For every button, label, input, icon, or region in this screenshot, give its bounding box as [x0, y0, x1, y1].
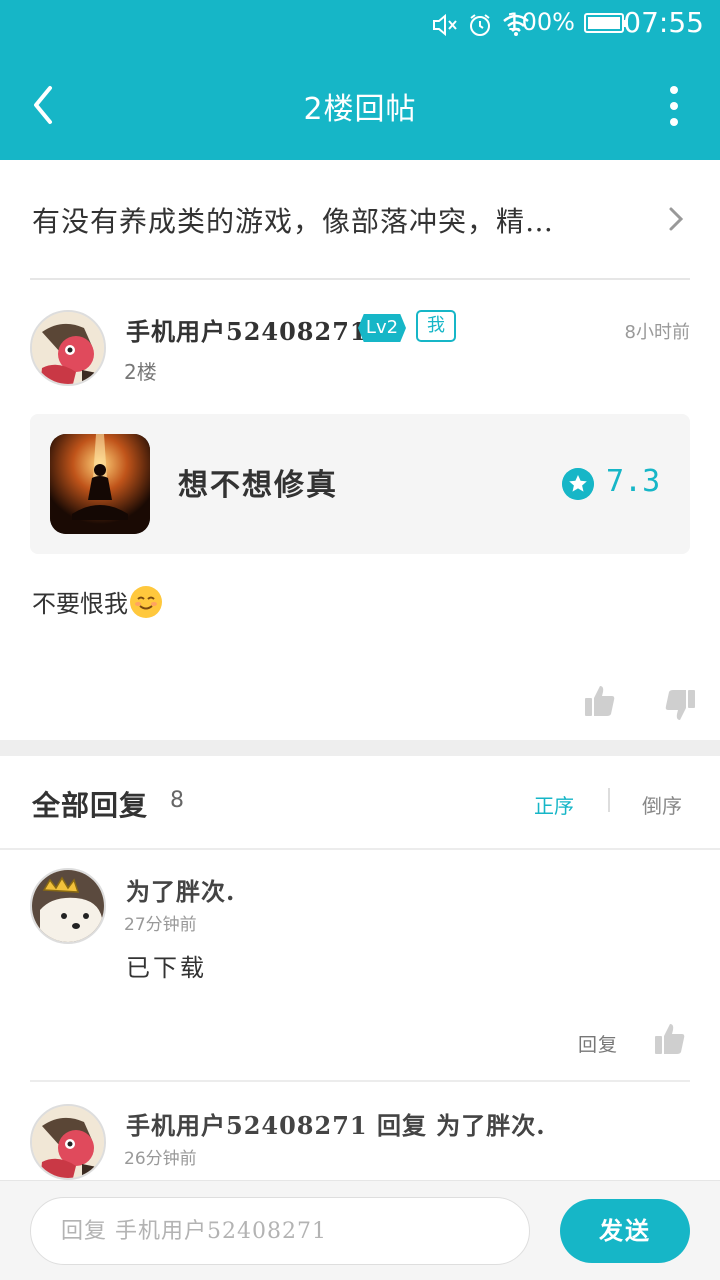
avatar[interactable] — [30, 868, 106, 944]
floor-label: 2楼 — [124, 360, 157, 384]
chevron-right-icon — [669, 207, 684, 231]
reply-username[interactable]: 为了胖次. — [126, 872, 235, 907]
more-vertical-icon[interactable] — [668, 86, 680, 126]
alarm-icon — [470, 14, 490, 36]
reply-text: 已下载 — [126, 954, 207, 982]
game-card[interactable]: 想不想修真 7.3 — [30, 414, 690, 554]
game-icon — [50, 434, 150, 534]
divider — [30, 1080, 690, 1082]
game-name: 想不想修真 — [178, 468, 338, 503]
battery-icon — [584, 13, 628, 33]
post-username[interactable]: 手机用户52408271 — [126, 312, 368, 347]
replies-count: 8 — [170, 788, 184, 813]
thumbs-down-icon[interactable] — [664, 688, 696, 722]
thread-title-link[interactable]: 有没有养成类的游戏，像部落冲突，精… — [0, 160, 720, 278]
post-time: 8小时前 — [624, 322, 690, 343]
bottom-reply-bar: 发送 — [0, 1180, 720, 1280]
thumbs-up-icon[interactable] — [654, 1022, 686, 1056]
game-score: 7.3 — [606, 464, 661, 499]
reply-username[interactable]: 手机用户52408271 回复 为了胖次. — [126, 1106, 546, 1141]
battery-percent: 100% — [506, 8, 575, 36]
sort-ascending-button[interactable]: 正序 — [534, 790, 574, 819]
divider — [0, 848, 720, 850]
replies-title: 全部回复 — [32, 789, 149, 822]
sort-divider — [608, 788, 610, 812]
me-badge: 我 — [416, 310, 456, 342]
mute-icon — [433, 13, 457, 37]
nav-bar: 2楼回帖 — [0, 50, 720, 160]
smile-emoji-icon — [130, 585, 162, 618]
status-bar: 100% 07:55 — [0, 0, 720, 50]
section-separator — [0, 740, 720, 756]
thumbs-up-icon[interactable] — [584, 684, 616, 718]
page-title: 2楼回帖 — [303, 92, 417, 127]
post-text: 不要恨我 — [32, 590, 128, 618]
send-button[interactable]: 发送 — [560, 1199, 690, 1263]
level-badge: Lv2 — [358, 314, 406, 342]
status-time: 07:55 — [623, 6, 704, 39]
reply-time: 27分钟前 — [124, 915, 197, 935]
avatar[interactable] — [30, 310, 106, 386]
star-icon — [562, 468, 594, 500]
avatar[interactable] — [30, 1104, 106, 1180]
sort-descending-button[interactable]: 倒序 — [642, 790, 682, 819]
replies-header: 全部回复 8 正序 倒序 — [0, 756, 720, 848]
divider — [30, 278, 690, 280]
reply-time: 26分钟前 — [124, 1149, 197, 1169]
post-content: 不要恨我 — [32, 584, 162, 619]
reply-input[interactable] — [30, 1197, 530, 1265]
reply-button[interactable]: 回复 — [578, 1030, 618, 1057]
thread-title: 有没有养成类的游戏，像部落冲突，精… — [32, 205, 555, 238]
